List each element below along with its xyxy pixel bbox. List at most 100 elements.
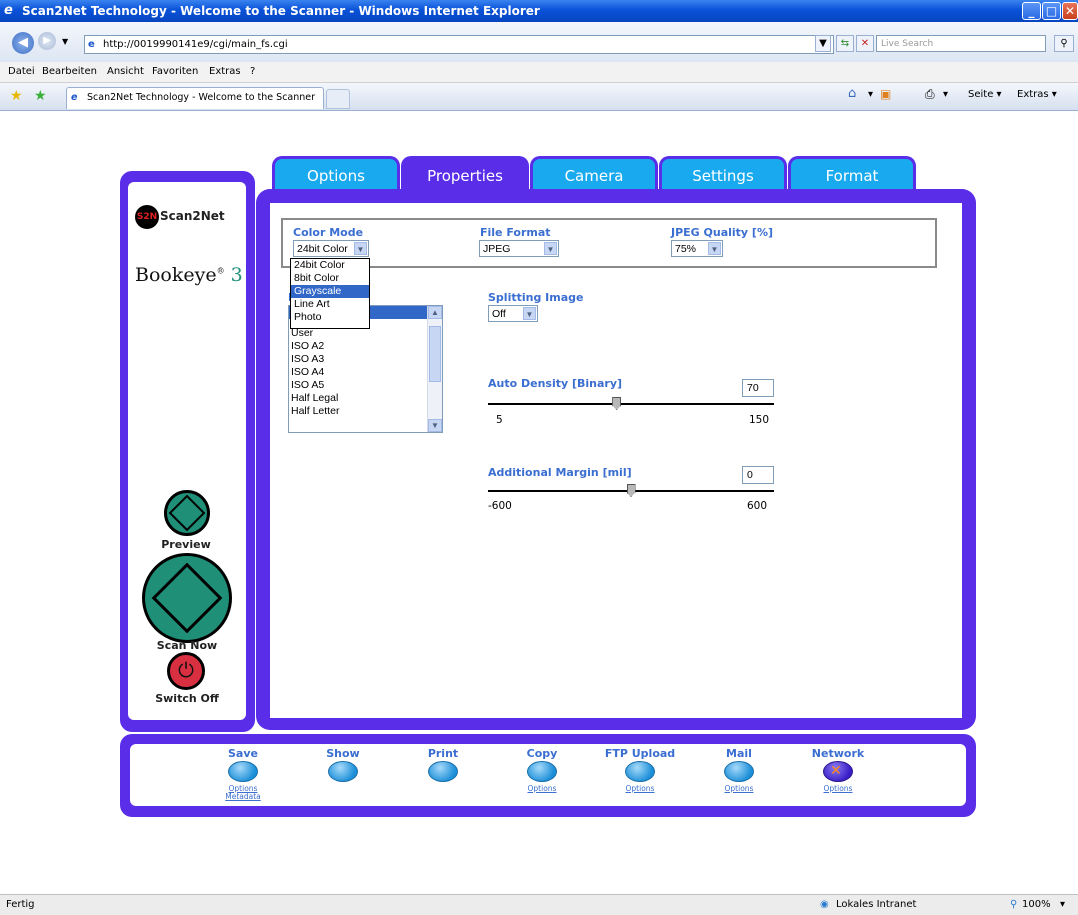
switch-off-label: Switch Off xyxy=(155,692,219,705)
start-icon xyxy=(168,494,206,532)
save-icon[interactable] xyxy=(228,761,258,782)
zoom-dropdown-icon[interactable]: ▾ xyxy=(1060,899,1065,910)
jpeg-quality-select[interactable]: 75% ▼ xyxy=(671,240,723,257)
status-bar: Fertig ◉ Lokales Intranet ⚲ 100% ▾ xyxy=(0,894,1078,915)
color-mode-value: 24bit Color xyxy=(297,243,348,255)
refresh-icon[interactable]: ⇆ xyxy=(836,35,854,52)
action-print[interactable]: Print xyxy=(398,747,488,782)
zoom-icon[interactable]: ⚲ xyxy=(1010,899,1017,910)
list-item[interactable]: Half Legal xyxy=(289,392,442,405)
action-ftp-upload[interactable]: FTP Upload Options xyxy=(595,747,685,793)
action-network[interactable]: Network ✕ Options xyxy=(793,747,883,793)
scroll-up-icon[interactable]: ▲ xyxy=(428,306,442,319)
copy-options-link[interactable]: Options xyxy=(497,785,587,793)
address-input[interactable]: e http://0019990141e9/cgi/main_fs.cgi xyxy=(84,35,834,54)
list-item[interactable]: ISO A5 xyxy=(289,379,442,392)
back-icon[interactable]: ◀ xyxy=(12,32,34,54)
network-options-link[interactable]: Options xyxy=(793,785,883,793)
additional-margin-input[interactable]: 0 xyxy=(742,466,774,484)
list-scrollbar[interactable]: ▲ ▼ xyxy=(427,306,442,432)
file-format-select[interactable]: JPEG ▼ xyxy=(479,240,559,257)
maximize-button[interactable]: □ xyxy=(1042,2,1061,20)
network-disabled-icon[interactable]: ✕ xyxy=(823,761,853,782)
scroll-thumb[interactable] xyxy=(429,326,441,382)
auto-density-input[interactable]: 70 xyxy=(742,379,774,397)
action-copy[interactable]: Copy Options xyxy=(497,747,587,793)
ftp-options-link[interactable]: Options xyxy=(595,785,685,793)
favorites-star-icon[interactable]: ★ xyxy=(10,88,23,104)
list-item[interactable]: ISO A4 xyxy=(289,366,442,379)
ftp-upload-icon[interactable] xyxy=(625,761,655,782)
chevron-down-icon: ▼ xyxy=(523,307,536,320)
option-line-art[interactable]: Line Art xyxy=(291,298,369,311)
history-dropdown-icon[interactable]: ▼ xyxy=(62,37,68,46)
menu-item-help[interactable]: ? xyxy=(250,66,255,77)
product-version: 3 xyxy=(230,264,243,286)
zoom-level[interactable]: 100% xyxy=(1022,899,1051,910)
action-show[interactable]: Show xyxy=(298,747,388,782)
stop-icon[interactable]: ✕ xyxy=(856,35,874,52)
auto-density-min: 5 xyxy=(496,414,503,426)
scan-now-button[interactable] xyxy=(142,553,232,643)
show-icon[interactable] xyxy=(328,761,358,782)
mail-options-link[interactable]: Options xyxy=(694,785,784,793)
action-save[interactable]: Save Options Metadata xyxy=(198,747,288,801)
browser-tab[interactable]: e Scan2Net Technology - Welcome to the S… xyxy=(66,87,324,109)
print-action-icon[interactable] xyxy=(428,761,458,782)
jpeg-quality-label: JPEG Quality [%] xyxy=(671,226,774,239)
scroll-down-icon[interactable]: ▼ xyxy=(428,419,442,432)
scan2net-logo-icon: S2N xyxy=(135,205,159,229)
add-favorite-icon[interactable]: ★ xyxy=(34,88,47,104)
copy-label: Copy xyxy=(526,747,558,760)
switch-off-button[interactable]: ⏻ xyxy=(167,652,205,690)
tab-format[interactable]: Format xyxy=(788,156,916,190)
feeds-icon[interactable]: ▣ xyxy=(880,87,891,101)
mail-label: Mail xyxy=(726,747,752,760)
tab-settings[interactable]: Settings xyxy=(659,156,787,190)
network-label: Network xyxy=(811,747,865,760)
page-menu[interactable]: Seite ▾ xyxy=(968,89,1002,100)
product-title: Bookeye xyxy=(135,264,217,286)
search-input[interactable]: Live Search xyxy=(876,35,1046,52)
option-24bit-color[interactable]: 24bit Color xyxy=(291,259,369,272)
preview-label: Preview xyxy=(161,538,211,551)
option-grayscale[interactable]: Grayscale xyxy=(291,285,369,298)
list-item[interactable]: ISO A2 xyxy=(289,340,442,353)
menu-item-datei[interactable]: Datei xyxy=(8,66,35,77)
search-icon[interactable]: ⚲ xyxy=(1054,35,1074,52)
color-mode-select[interactable]: 24bit Color ▼ xyxy=(293,240,369,257)
option-8bit-color[interactable]: 8bit Color xyxy=(291,272,369,285)
print-icon[interactable]: ⎙ xyxy=(925,87,935,102)
menu-item-extras[interactable]: Extras xyxy=(209,66,241,77)
home-dropdown-icon[interactable]: ▾ xyxy=(868,89,873,100)
auto-density-track[interactable] xyxy=(488,403,774,405)
menu-item-ansicht[interactable]: Ansicht xyxy=(107,66,144,77)
menu-item-favoriten[interactable]: Favoriten xyxy=(152,66,198,77)
list-item[interactable]: ISO A3 xyxy=(289,353,442,366)
close-button[interactable]: ✕ xyxy=(1062,2,1078,20)
menu-item-bearbeiten[interactable]: Bearbeiten xyxy=(42,66,97,77)
tab-camera[interactable]: Camera xyxy=(530,156,658,190)
tab-properties[interactable]: Properties xyxy=(401,156,529,190)
list-item[interactable]: Half Letter xyxy=(289,405,442,418)
minimize-button[interactable]: _ xyxy=(1022,2,1041,20)
print-dropdown-icon[interactable]: ▾ xyxy=(943,89,948,100)
additional-margin-min: -600 xyxy=(488,500,512,512)
preview-button[interactable] xyxy=(164,490,210,536)
mail-icon[interactable] xyxy=(724,761,754,782)
home-icon[interactable]: ⌂ xyxy=(848,86,856,101)
action-mail[interactable]: Mail Options xyxy=(694,747,784,793)
copy-icon[interactable] xyxy=(527,761,557,782)
forward-icon[interactable]: ▶ xyxy=(38,32,56,50)
status-text: Fertig xyxy=(6,899,35,910)
option-photo[interactable]: Photo xyxy=(291,311,369,324)
address-dropdown-icon[interactable]: ▼ xyxy=(815,35,831,52)
save-metadata-link[interactable]: Metadata xyxy=(198,793,288,801)
security-zone: Lokales Intranet xyxy=(836,899,917,910)
tools-menu[interactable]: Extras ▾ xyxy=(1017,89,1057,100)
tab-options[interactable]: Options xyxy=(272,156,400,190)
new-tab-button[interactable] xyxy=(326,89,350,109)
splitting-image-select[interactable]: Off ▼ xyxy=(488,305,538,322)
print-label: Print xyxy=(427,747,459,760)
ftp-upload-label: FTP Upload xyxy=(604,747,676,760)
